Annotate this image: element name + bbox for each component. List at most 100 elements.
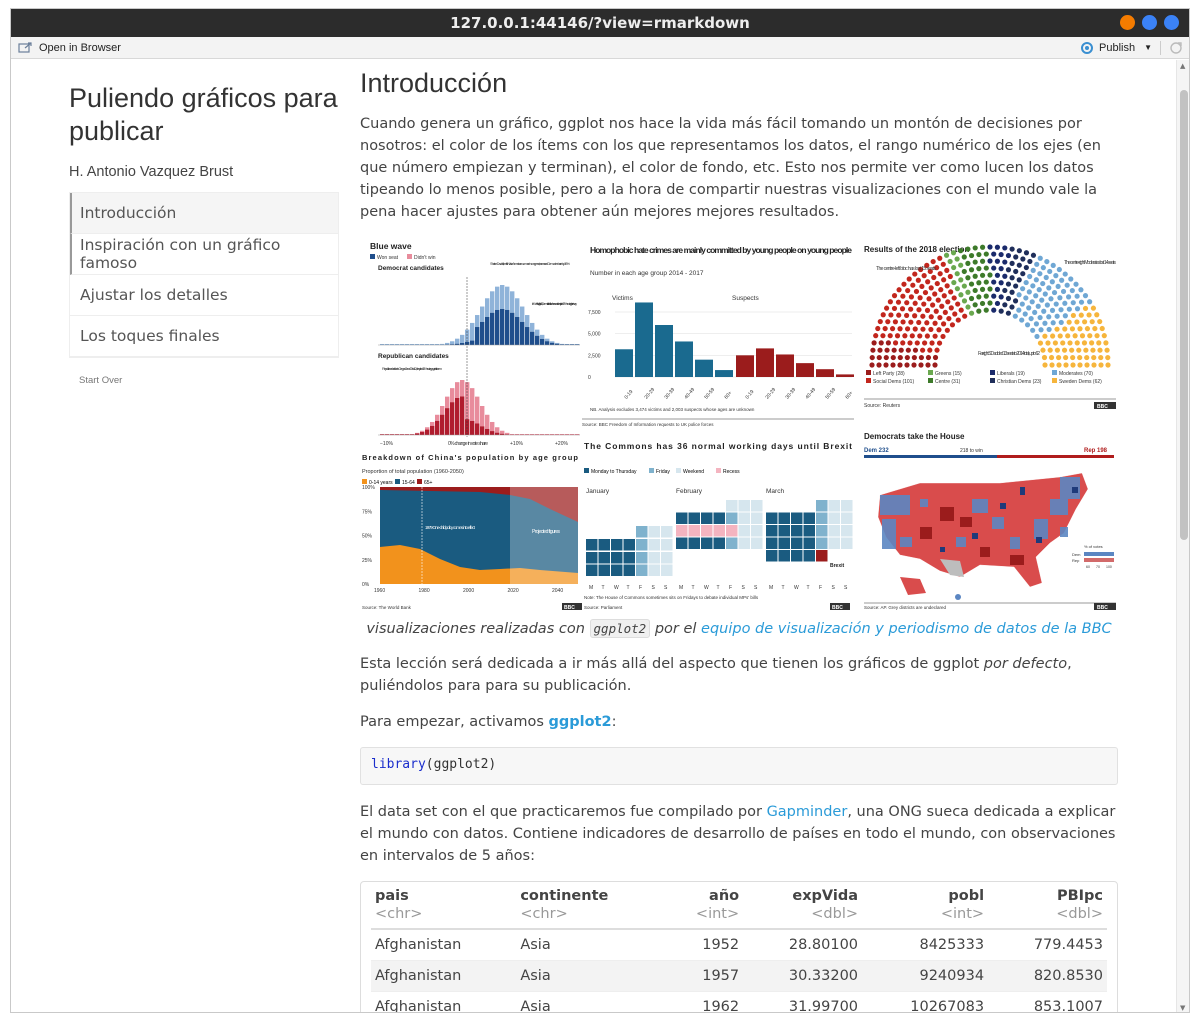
- table-cell: Asia: [516, 990, 665, 1012]
- seat-dot: [1064, 282, 1070, 288]
- toc-item-ajustar[interactable]: Ajustar los detalles: [70, 275, 338, 316]
- window-title: 127.0.0.1:44146/?view=rmarkdown: [450, 14, 750, 32]
- seat-dot: [972, 273, 978, 279]
- seat-dot: [972, 302, 978, 308]
- refresh-icon[interactable]: [1169, 41, 1183, 55]
- seat-dot: [1087, 299, 1093, 305]
- minimize-button[interactable]: [1120, 15, 1135, 30]
- start-over-link[interactable]: Start Over: [79, 375, 339, 386]
- seat-dot: [941, 293, 947, 299]
- seat-dot: [991, 293, 997, 299]
- china-xtick: 1980: [419, 588, 430, 594]
- hate-age-label: 30-39: [663, 387, 676, 401]
- seat-dot: [976, 266, 982, 272]
- vertical-scrollbar[interactable]: ▲ ▼: [1176, 60, 1189, 1012]
- maximize-button[interactable]: [1142, 15, 1157, 30]
- paragraph-activate: Para empezar, activamos ggplot2:: [360, 711, 1118, 733]
- seat-dot: [1042, 320, 1048, 326]
- seat-dot: [1060, 288, 1067, 295]
- seat-dot: [1009, 289, 1015, 295]
- toc-item-inspiracion[interactable]: Inspiración con un gráfico famoso: [70, 234, 338, 275]
- seat-dot: [876, 354, 882, 361]
- hate-victims-label: Victims: [612, 295, 634, 302]
- seat-dot: [936, 340, 943, 346]
- us-alaska: [900, 577, 926, 595]
- bbc-logo-2: BBC: [564, 605, 575, 611]
- blue-wave-chart: Blue wave Won seat Didn't win Democrat c…: [370, 241, 580, 447]
- commons-month-feb: February: [676, 488, 703, 495]
- victims-bar: [675, 341, 693, 377]
- bbc-team-link[interactable]: equipo de visualización y periodismo de …: [701, 621, 1112, 637]
- calendar-weekday-label: T: [717, 585, 720, 591]
- ggplot2-link[interactable]: ggplot2: [548, 714, 611, 730]
- calendar-day: [751, 500, 763, 512]
- seat-dot: [983, 279, 989, 285]
- seat-dot: [1105, 354, 1111, 361]
- gapminder-link[interactable]: Gapminder: [767, 804, 848, 820]
- bbc-logo-3: BBC: [832, 605, 843, 611]
- seat-dot: [1005, 267, 1012, 273]
- column-type: <chr>: [375, 906, 423, 922]
- figure-caption: visualizaciones realizadas con ggplot2 p…: [360, 619, 1118, 638]
- us-mainland: [877, 472, 1089, 588]
- table-cell: 853.1007: [988, 990, 1107, 1012]
- calendar-day: [598, 564, 610, 576]
- close-button[interactable]: [1164, 15, 1179, 30]
- column-type: <dbl>: [811, 906, 859, 922]
- seat-dot: [904, 362, 910, 368]
- seat-dot: [1090, 347, 1096, 353]
- toc-item-toques[interactable]: Los toques finales: [70, 316, 338, 357]
- seat-dot: [1082, 305, 1089, 312]
- seat-dot: [976, 251, 982, 258]
- seat-dot: [1019, 317, 1025, 323]
- publish-button[interactable]: Publish ▼: [1080, 41, 1152, 55]
- seat-dot: [1013, 254, 1019, 260]
- seat-dot: [1056, 362, 1062, 368]
- rep-bar-lost: [450, 388, 455, 403]
- seat-dot: [1033, 277, 1039, 283]
- calendar-day: [661, 552, 673, 564]
- seat-dot: [932, 291, 938, 297]
- commons-legend-friday: Friday: [656, 469, 670, 475]
- rep-bar-lost: [445, 396, 450, 409]
- seat-dot: [1012, 313, 1018, 319]
- calendar-day: [623, 552, 635, 564]
- open-in-browser-button[interactable]: Open in Browser: [11, 42, 121, 54]
- dem-district: [1050, 499, 1068, 515]
- calendar-day: [688, 512, 700, 524]
- seat-dot: [1005, 281, 1012, 287]
- seat-dot: [932, 320, 938, 326]
- rep-bar-lost: [535, 434, 540, 435]
- toc-item-introduccion[interactable]: Introducción: [70, 193, 338, 234]
- seat-dot: [1009, 304, 1015, 310]
- seat-dot: [983, 265, 989, 271]
- seat-dot: [1061, 347, 1068, 353]
- seat-dot: [1053, 273, 1059, 279]
- scrollbar-thumb[interactable]: [1180, 90, 1188, 540]
- code-argument: (ggplot2): [425, 757, 497, 772]
- rep-bar-won: [450, 402, 455, 435]
- seat-dot: [1005, 295, 1012, 302]
- seat-dot: [928, 314, 934, 320]
- scroll-down-icon[interactable]: ▼: [1180, 1004, 1185, 1012]
- dem-bar-lost: [380, 344, 385, 345]
- calendar-weekday-label: T: [807, 585, 810, 591]
- dem-bar-lost: [500, 285, 505, 309]
- intro-paragraph: Cuando genera un gráfico, ggplot nos hac…: [360, 116, 1101, 220]
- seat-dot: [1060, 340, 1066, 346]
- seat-dot: [922, 340, 928, 346]
- hate-age-label: 40-49: [683, 387, 696, 401]
- column-header-3: expVida <dbl>: [743, 888, 862, 929]
- hate-ytick: 5,000: [588, 332, 601, 338]
- election-legend-label: Christian Dems (23): [997, 379, 1042, 385]
- seat-dot: [1073, 281, 1079, 287]
- table-header-row: pais <chr> continente <chr> año <int> expVida <…: [371, 888, 1107, 929]
- table-row: Afghanistan Asia 1957 30.33200 9240934 820.85…: [371, 959, 1107, 991]
- seat-dot: [1049, 362, 1055, 368]
- calendar-weekday-label: W: [794, 585, 799, 591]
- seat-dot: [958, 292, 964, 298]
- seat-dot: [1066, 319, 1072, 325]
- scroll-up-icon[interactable]: ▲: [1180, 62, 1185, 70]
- dem-bar-won: [495, 309, 500, 345]
- calendar-day: [828, 537, 840, 549]
